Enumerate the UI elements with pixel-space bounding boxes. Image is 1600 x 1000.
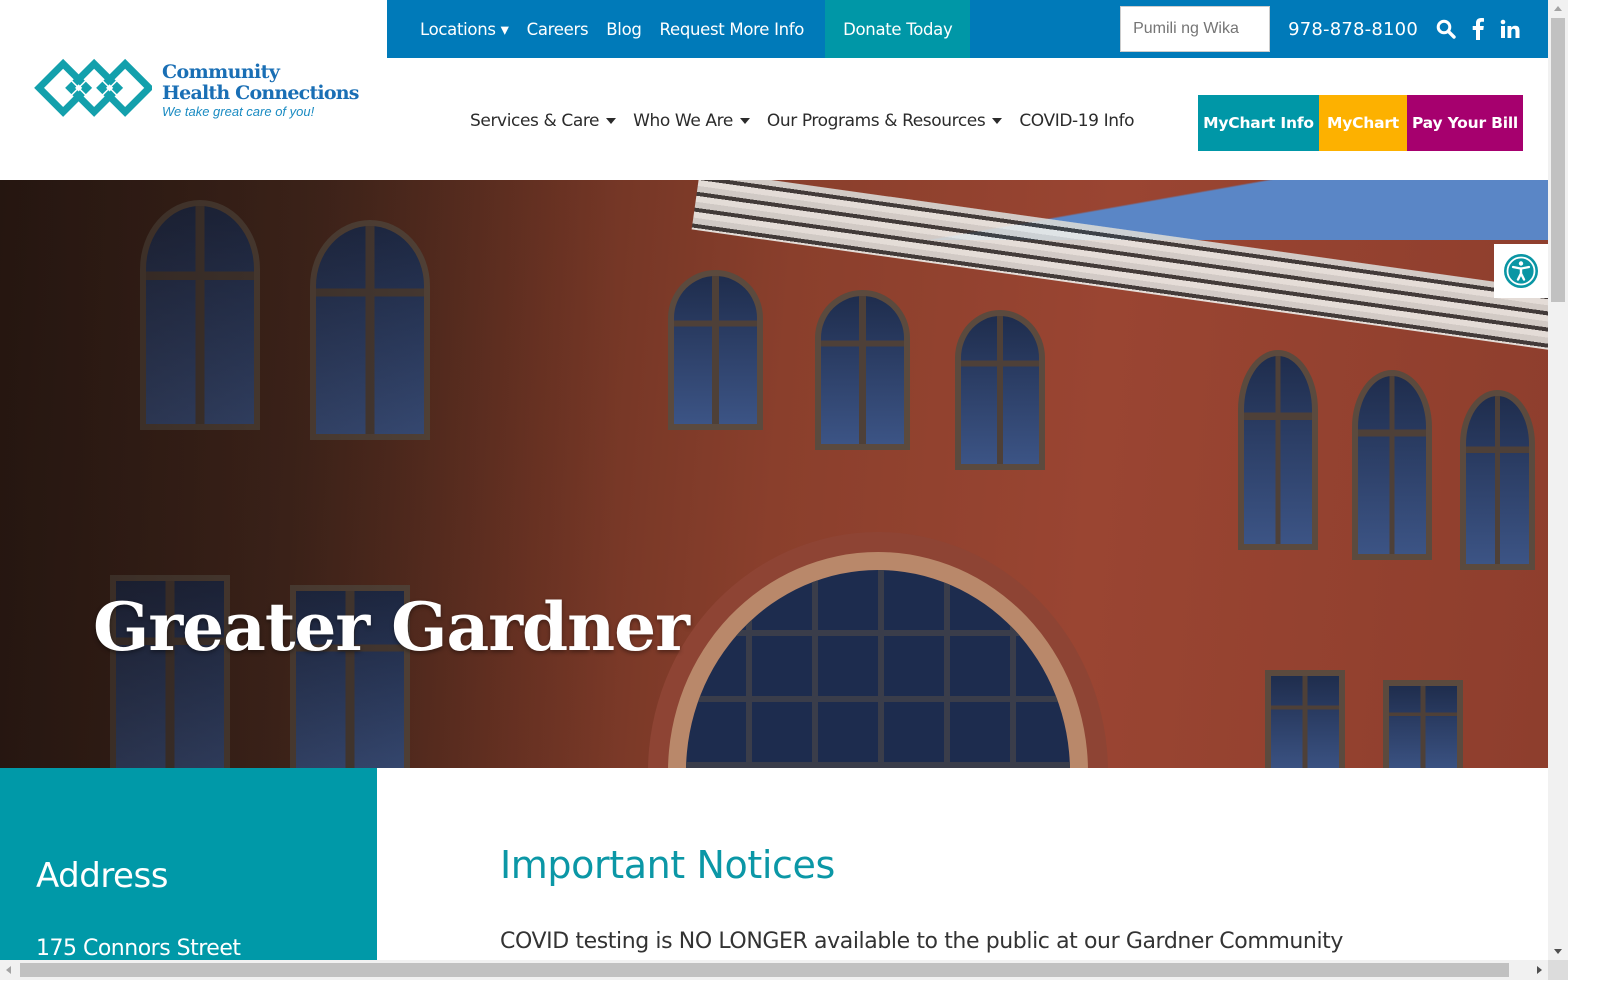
logo-name-line2: Health Connections bbox=[162, 81, 359, 104]
hero-window bbox=[668, 270, 763, 430]
facebook-icon[interactable] bbox=[1472, 18, 1484, 40]
hero-arched-window bbox=[668, 552, 1088, 768]
careers-link[interactable]: Careers bbox=[527, 20, 589, 39]
hero-shade bbox=[0, 180, 620, 768]
nav-covid-info[interactable]: COVID-19 Info bbox=[1019, 111, 1134, 131]
nav-who-we-are[interactable]: Who We Are bbox=[633, 111, 750, 131]
notices-text: COVID testing is NO LONGER available to … bbox=[500, 929, 1344, 954]
mychart-info-button[interactable]: MyChart Info bbox=[1198, 95, 1319, 151]
scroll-down-arrow-icon[interactable] bbox=[1554, 949, 1562, 954]
scrollbar-corner bbox=[1548, 960, 1568, 980]
mychart-button[interactable]: MyChart bbox=[1319, 95, 1407, 151]
nav-services-care[interactable]: Services & Care bbox=[470, 111, 617, 131]
address-line: 175 Connors Street bbox=[36, 936, 241, 961]
nav-label: Who We Are bbox=[633, 111, 733, 131]
notices-heading: Important Notices bbox=[500, 843, 835, 887]
logo-tagline: We take great care of you! bbox=[162, 103, 315, 119]
accessibility-icon bbox=[1504, 254, 1538, 288]
hero-banner: Greater Gardner bbox=[0, 180, 1548, 768]
blog-link[interactable]: Blog bbox=[606, 20, 642, 39]
scroll-right-arrow-icon[interactable] bbox=[1537, 966, 1542, 974]
logo-mark-icon bbox=[34, 58, 152, 117]
phone-link[interactable]: 978-878-8100 bbox=[1288, 19, 1418, 40]
hero-window bbox=[1265, 670, 1345, 768]
horizontal-scrollbar[interactable] bbox=[0, 960, 1548, 980]
logo[interactable]: Community Health Connections We take gre… bbox=[32, 58, 362, 122]
address-panel: Address 175 Connors Street bbox=[0, 768, 377, 980]
nav-label: Our Programs & Resources bbox=[766, 111, 986, 131]
nav-programs-resources[interactable]: Our Programs & Resources bbox=[766, 111, 1003, 131]
accessibility-button[interactable] bbox=[1494, 244, 1548, 298]
caret-down-icon bbox=[739, 118, 750, 124]
caret-down-icon bbox=[992, 118, 1003, 124]
logo-name-line1: Community bbox=[162, 60, 280, 83]
hero-window bbox=[815, 290, 910, 450]
caret-down-icon bbox=[606, 118, 617, 124]
linkedin-icon[interactable] bbox=[1500, 19, 1520, 39]
hero-window bbox=[1238, 350, 1318, 550]
pay-bill-button[interactable]: Pay Your Bill bbox=[1407, 95, 1523, 151]
hero-window bbox=[1460, 390, 1535, 570]
locations-link[interactable]: Locations ▾ bbox=[420, 20, 509, 39]
page-title: Greater Gardner bbox=[93, 588, 690, 666]
utility-links: Locations ▾ Careers Blog Request More In… bbox=[387, 0, 822, 58]
utility-right: 978-878-8100 bbox=[1120, 0, 1548, 58]
scroll-up-arrow-icon[interactable] bbox=[1554, 6, 1562, 11]
nav-label: COVID-19 Info bbox=[1019, 111, 1135, 131]
vertical-scroll-thumb[interactable] bbox=[1551, 18, 1565, 302]
horizontal-scroll-thumb[interactable] bbox=[20, 963, 1509, 977]
utility-bar: Locations ▾ Careers Blog Request More In… bbox=[387, 0, 1548, 58]
hero-window bbox=[1352, 370, 1432, 560]
search-icon[interactable] bbox=[1436, 19, 1456, 39]
vertical-scrollbar[interactable] bbox=[1548, 0, 1568, 960]
request-info-link[interactable]: Request More Info bbox=[660, 20, 805, 39]
donate-button[interactable]: Donate Today bbox=[825, 0, 971, 58]
nav-label: Services & Care bbox=[470, 111, 600, 131]
address-heading: Address bbox=[36, 856, 168, 896]
language-select[interactable] bbox=[1120, 6, 1271, 52]
logo-text: Community Health Connections We take gre… bbox=[162, 60, 359, 119]
main-nav: Services & Care Who We Are Our Programs … bbox=[470, 108, 1151, 134]
hero-window bbox=[1383, 680, 1463, 768]
scroll-left-arrow-icon[interactable] bbox=[6, 966, 11, 974]
hero-window bbox=[955, 310, 1045, 470]
